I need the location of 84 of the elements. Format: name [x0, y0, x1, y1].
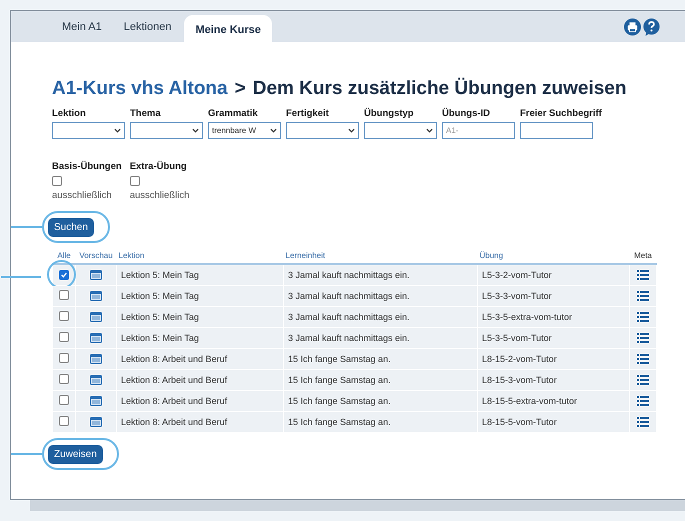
option-note: ausschließlich: [52, 190, 112, 201]
nav-tab[interactable]: Lektionen: [114, 15, 180, 42]
list-icon[interactable]: [637, 354, 649, 364]
nav-tab[interactable]: Mein A1: [53, 15, 111, 42]
preview-icon[interactable]: [90, 375, 102, 386]
filter-input[interactable]: [520, 122, 593, 139]
search-button[interactable]: Suchen: [48, 218, 94, 237]
filter-label: Grammatik: [208, 108, 259, 119]
filter-label: Fertigkeit: [286, 108, 330, 119]
table-cell: 3 Jamal kauft nachmittags ein.: [284, 328, 478, 348]
preview-icon[interactable]: [90, 396, 102, 406]
filter-label: Thema: [130, 108, 162, 119]
list-icon[interactable]: [637, 312, 649, 322]
chevron-icon: [114, 128, 121, 133]
table-cell: L5-3-5-vom-Tutor: [478, 328, 630, 348]
table-cell: L5-3-5-extra-vom-tutor: [478, 306, 630, 328]
row-checkbox[interactable]: [59, 290, 69, 300]
row-checkbox[interactable]: [59, 395, 69, 405]
table-cell: L5-3-2-vom-Tutor: [478, 264, 630, 286]
preview-icon[interactable]: [90, 312, 102, 322]
filter-dropdown[interactable]: trennbare W: [208, 122, 281, 139]
print-icon[interactable]: [624, 18, 641, 36]
list-icon[interactable]: [637, 291, 649, 302]
list-icon[interactable]: [637, 270, 649, 280]
table-cell: Lektion 5: Mein Tag: [116, 328, 284, 348]
leader-line: [1, 276, 41, 278]
table-cell: 15 Ich fange Samstag an.: [284, 370, 478, 390]
chevron-icon: [270, 128, 277, 133]
table-cell: 15 Ich fange Samstag an.: [284, 348, 478, 370]
page-title: Dem Kurs zusätzliche Übungen zuweisen: [252, 78, 626, 100]
row-checkbox[interactable]: [59, 311, 69, 321]
table-cell: 3 Jamal kauft nachmittags ein.: [284, 264, 478, 286]
table-cell: Lektion 5: Mein Tag: [116, 306, 284, 328]
chevron-icon: [348, 128, 355, 133]
table-cell: Lektion 8: Arbeit und Beruf: [116, 390, 284, 412]
row-checkbox[interactable]: [59, 332, 69, 342]
list-icon[interactable]: [637, 417, 649, 428]
list-icon[interactable]: [637, 333, 649, 344]
filter-label: Übungs-ID: [442, 108, 492, 119]
table-cell: Lektion 5: Mein Tag: [116, 286, 284, 306]
table-cell: L5-3-3-vom-Tutor: [478, 286, 630, 306]
filter-dropdown[interactable]: [130, 122, 203, 139]
table-cell: Lektion 8: Arbeit und Beruf: [116, 412, 284, 432]
preview-icon[interactable]: [90, 291, 102, 302]
course-link[interactable]: A1-Kurs vhs Altona: [52, 78, 228, 100]
filter-label: Lektion: [52, 108, 87, 119]
preview-icon[interactable]: [90, 417, 102, 428]
preview-icon[interactable]: [90, 354, 102, 364]
table-cell: L8-15-5-vom-Tutor: [478, 412, 630, 432]
table-cell: 15 Ich fange Samstag an.: [284, 412, 478, 432]
table-cell: 3 Jamal kauft nachmittags ein.: [284, 306, 478, 328]
assign-button[interactable]: Zuweisen: [48, 445, 103, 464]
list-icon[interactable]: [637, 375, 649, 386]
table-cell: Lektion 5: Mein Tag: [116, 264, 284, 286]
option-checkbox[interactable]: [52, 176, 62, 186]
row-checkbox[interactable]: [59, 270, 69, 280]
option-note: ausschließlich: [130, 190, 190, 201]
table-cell: L8-15-2-vom-Tutor: [478, 348, 630, 370]
help-icon[interactable]: [643, 18, 660, 36]
chevron-icon: [192, 128, 199, 133]
table-cell: L8-15-3-vom-Tutor: [478, 370, 630, 390]
filter-dropdown[interactable]: [52, 122, 125, 139]
preview-icon[interactable]: [90, 333, 102, 344]
row-checkbox[interactable]: [59, 353, 69, 363]
row-checkbox[interactable]: [59, 374, 69, 384]
nav-tab[interactable]: Meine Kurse: [184, 15, 272, 42]
filter-input[interactable]: A1-: [442, 122, 515, 139]
filter-label: Übungstyp: [364, 108, 415, 119]
row-checkbox[interactable]: [59, 416, 69, 426]
option-checkbox[interactable]: [130, 176, 140, 186]
breadcrumb-separator: >: [234, 78, 246, 100]
option-label: Basis-Übungen: [52, 161, 122, 172]
chevron-icon: [426, 128, 433, 133]
filter-dropdown[interactable]: [364, 122, 437, 139]
table-cell: 15 Ich fange Samstag an.: [284, 390, 478, 412]
table-cell: L8-15-5-extra-vom-tutor: [478, 390, 630, 412]
filter-dropdown[interactable]: [286, 122, 359, 139]
table-cell: 3 Jamal kauft nachmittags ein.: [284, 286, 478, 306]
preview-icon[interactable]: [90, 270, 102, 280]
option-label: Extra-Übung: [130, 161, 187, 172]
filter-label: Freier Suchbegriff: [520, 108, 602, 119]
list-icon[interactable]: [637, 396, 649, 406]
table-cell: Lektion 8: Arbeit und Beruf: [116, 348, 284, 370]
table-cell: Lektion 8: Arbeit und Beruf: [116, 370, 284, 390]
